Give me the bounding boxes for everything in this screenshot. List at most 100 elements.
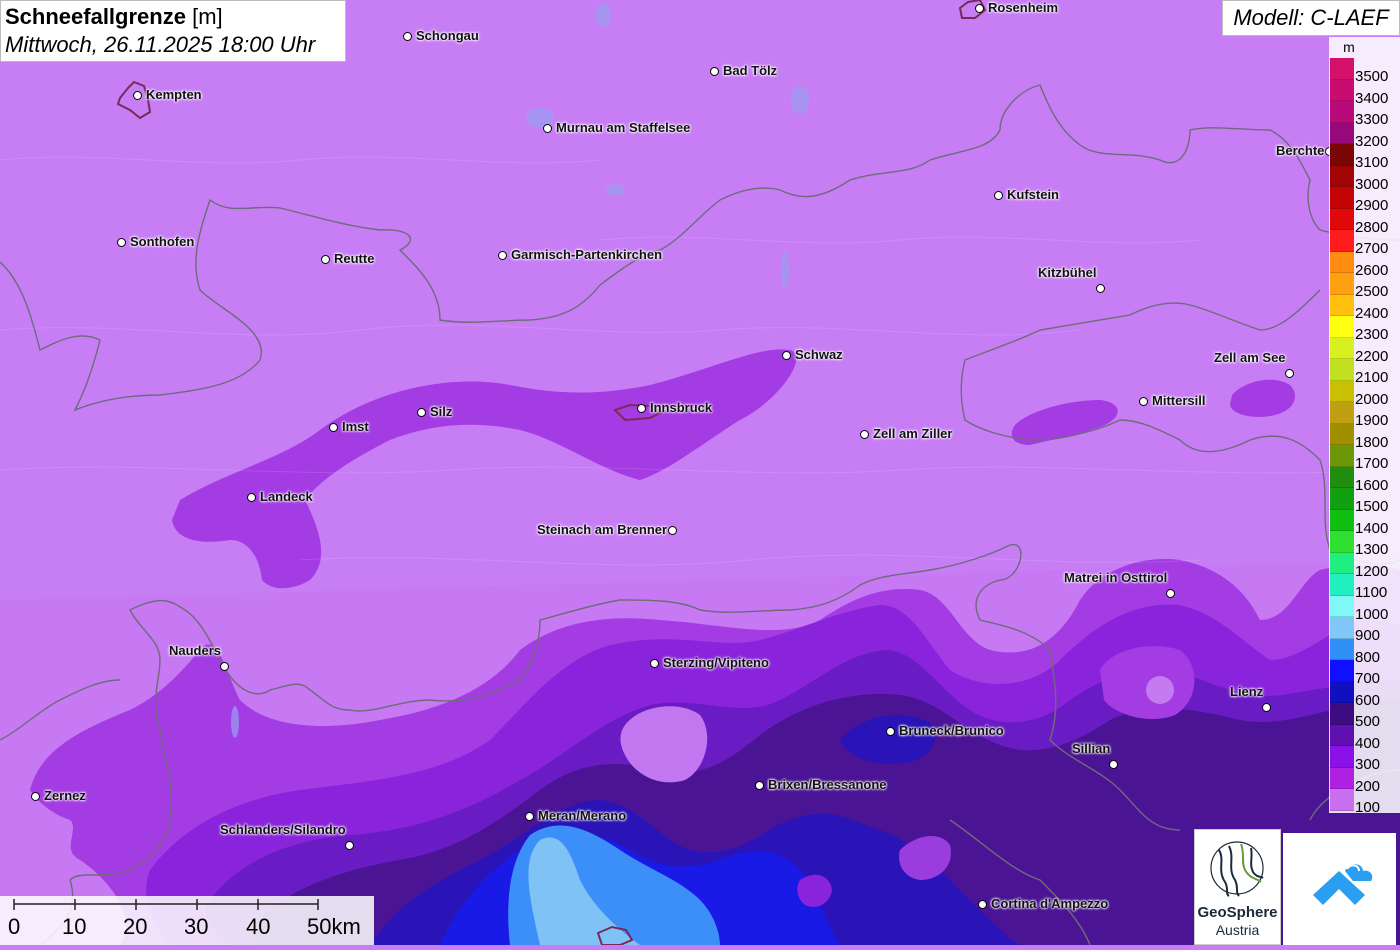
city-label[interactable]: Kempten: [146, 87, 202, 102]
legend-item-1100: 1100: [1329, 574, 1400, 601]
city-marker[interactable]: [975, 4, 984, 13]
city-label[interactable]: Schlanders/Silandro: [220, 822, 346, 837]
city-label[interactable]: Meran/Merano: [538, 808, 626, 823]
model-label: Modell: C-LAEF: [1222, 0, 1400, 36]
city-marker[interactable]: [31, 792, 40, 801]
city-label[interactable]: Reutte: [334, 251, 374, 266]
legend-item-200: 200: [1329, 767, 1400, 795]
city-marker[interactable]: [329, 423, 338, 432]
city-marker[interactable]: [345, 841, 354, 850]
map-datetime: Mittwoch, 26.11.2025 18:00 Uhr: [5, 32, 316, 57]
city-label[interactable]: Landeck: [260, 489, 313, 504]
city-marker[interactable]: [637, 404, 646, 413]
city-label[interactable]: Sillian: [1072, 741, 1110, 756]
legend-swatch: [1330, 380, 1354, 402]
city-marker[interactable]: [247, 493, 256, 502]
legend-swatch: [1330, 402, 1354, 424]
scale-label-50km: 50km: [307, 914, 361, 939]
city-label[interactable]: Sonthofen: [130, 234, 194, 249]
city-label[interactable]: Zell am See: [1214, 350, 1286, 365]
legend-swatch: [1330, 187, 1354, 209]
legend-item-2200: 2200: [1329, 337, 1400, 365]
legend-swatch: [1330, 294, 1354, 316]
legend-item-300: 300: [1329, 746, 1400, 773]
city-label[interactable]: Lienz: [1230, 684, 1263, 699]
legend-item-1800: 1800: [1329, 423, 1400, 451]
legend-item-2800: 2800: [1329, 208, 1400, 236]
city-marker[interactable]: [498, 251, 507, 260]
legend-item-3100: 3100: [1329, 144, 1400, 171]
city-label[interactable]: Zernez: [44, 788, 86, 803]
legend-item-2100: 2100: [1329, 359, 1400, 386]
city-label[interactable]: Steinach am Brenner: [537, 522, 667, 537]
city-marker[interactable]: [1166, 589, 1175, 598]
city-label[interactable]: Kitzbühel: [1038, 265, 1097, 280]
city-label[interactable]: Mittersill: [1152, 393, 1205, 408]
city-marker[interactable]: [525, 812, 534, 821]
city-label[interactable]: Sterzing/Vipiteno: [663, 655, 769, 670]
city-label[interactable]: Matrei in Osttirol: [1064, 570, 1167, 585]
city-label[interactable]: Innsbruck: [650, 400, 712, 415]
city-marker[interactable]: [755, 781, 764, 790]
city-label[interactable]: Brixen/Bressanone: [768, 777, 887, 792]
city-marker[interactable]: [1109, 760, 1118, 769]
city-label[interactable]: Bad Tölz: [723, 63, 777, 78]
city-label[interactable]: Murnau am Staffelsee: [556, 120, 690, 135]
city-label[interactable]: Garmisch-Partenkirchen: [511, 247, 662, 262]
city-marker[interactable]: [1285, 369, 1294, 378]
city-marker[interactable]: [668, 526, 677, 535]
city-label[interactable]: Rosenheim: [988, 0, 1058, 15]
legend-swatch: [1330, 488, 1354, 510]
legend-swatch: [1330, 144, 1354, 166]
legend-swatch: [1330, 724, 1354, 746]
legend-swatch: [1330, 638, 1354, 660]
city-label[interactable]: Bruneck/Brunico: [899, 723, 1004, 738]
city-marker[interactable]: [220, 662, 229, 671]
legend-swatch: [1330, 552, 1354, 574]
city-marker[interactable]: [1096, 284, 1105, 293]
city-label[interactable]: Kufstein: [1007, 187, 1059, 202]
legend-item-3200: 3200: [1329, 122, 1400, 150]
city-marker[interactable]: [782, 351, 791, 360]
legend-unit: m: [1343, 39, 1355, 55]
city-marker[interactable]: [650, 659, 659, 668]
legend-item-1000: 1000: [1329, 595, 1400, 623]
city-marker[interactable]: [860, 430, 869, 439]
city-label[interactable]: Zell am Ziller: [873, 426, 952, 441]
legend-swatch: [1330, 746, 1354, 768]
city-marker[interactable]: [886, 727, 895, 736]
legend-item-1900: 1900: [1329, 402, 1400, 429]
legend-item-2600: 2600: [1329, 251, 1400, 279]
legend-swatch: [1330, 230, 1354, 252]
city-marker[interactable]: [417, 408, 426, 417]
city-marker[interactable]: [543, 124, 552, 133]
city-label[interactable]: Berchte: [1276, 143, 1324, 158]
city-marker[interactable]: [1262, 703, 1271, 712]
city-marker[interactable]: [133, 91, 142, 100]
snowfall-limit-map[interactable]: [0, 0, 1400, 945]
legend-item-100: 100: [1329, 789, 1400, 816]
city-marker[interactable]: [994, 191, 1003, 200]
legend-item-400: 400: [1329, 724, 1400, 752]
city-marker[interactable]: [321, 255, 330, 264]
legend-swatch: [1330, 660, 1354, 682]
legend-swatch: [1330, 316, 1354, 338]
city-label[interactable]: Silz: [430, 404, 452, 419]
city-label[interactable]: Schongau: [416, 28, 479, 43]
city-label[interactable]: Imst: [342, 419, 369, 434]
geosphere-name: GeoSphere: [1197, 904, 1278, 921]
city-marker[interactable]: [1139, 397, 1148, 406]
city-marker[interactable]: [117, 238, 126, 247]
scale-bar: 0 10 20 30 40 50km: [0, 896, 374, 945]
city-marker[interactable]: [403, 32, 412, 41]
city-label[interactable]: Cortina d'Ampezzo: [991, 896, 1108, 911]
city-label[interactable]: Nauders: [169, 643, 221, 658]
city-marker[interactable]: [978, 900, 987, 909]
city-label[interactable]: Schwaz: [795, 347, 843, 362]
city-marker[interactable]: [710, 67, 719, 76]
geosphere-sub: Austria: [1215, 922, 1260, 938]
legend-item-1500: 1500: [1329, 488, 1400, 515]
cloud-logo[interactable]: [1283, 833, 1396, 945]
legend-swatch: [1330, 165, 1354, 187]
geosphere-logo[interactable]: GeoSphere Austria: [1194, 829, 1281, 945]
